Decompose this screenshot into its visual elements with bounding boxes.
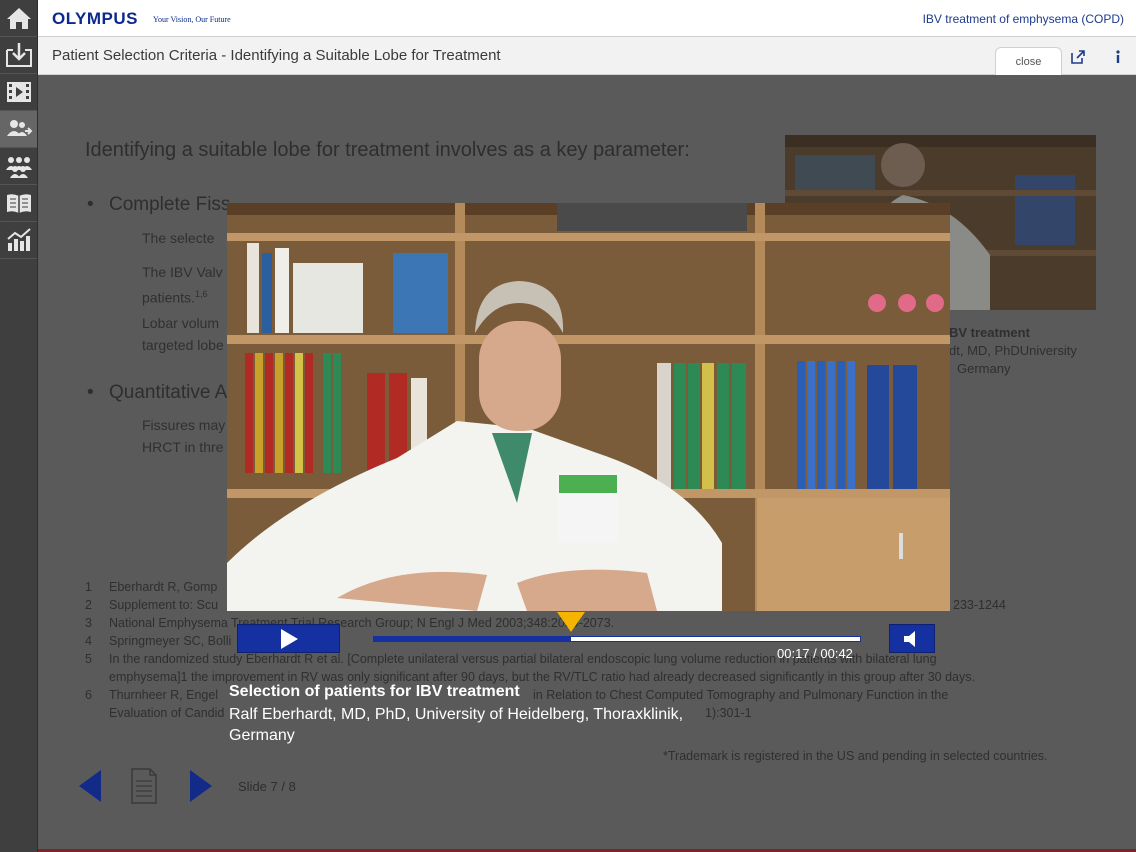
sidebar-item-home[interactable] [0,0,37,37]
video-frame[interactable] [227,203,950,611]
next-slide-icon[interactable] [188,769,214,803]
slide-overview-icon[interactable] [130,767,158,805]
sidebar-item-video[interactable] [0,74,37,111]
video-timecode: 00:17 / 00:42 [777,646,853,661]
trademark-note: *Trademark is registered in the US and p… [663,749,1048,763]
slide-counter: Slide 7 / 8 [238,779,296,794]
close-button[interactable]: close [995,47,1062,75]
info-icon[interactable] [1112,49,1124,65]
video-caption-subtitle: Ralf Eberhardt, MD, PhD, University of H… [229,706,684,744]
slide-paragraph: targeted lobe [142,337,224,353]
slide-paragraph: The IBV Valv [142,264,223,280]
sidebar [0,0,38,852]
speaker-icon [904,630,915,647]
app-title: IBV treatment of emphysema (COPD) [922,12,1124,26]
patient-selection-icon [6,120,32,136]
home-icon [6,8,31,29]
slide-paragraph: The selecte [142,230,215,246]
chart-icon [6,228,31,251]
sidebar-item-library[interactable] [0,185,37,222]
video-progress-fill [374,637,571,641]
open-external-icon[interactable] [1070,49,1086,65]
slide-paragraph: Lobar volum [142,315,220,331]
video-scrubber-handle[interactable] [556,612,585,632]
brand-tagline: Your Vision, Our Future [153,15,231,24]
book-icon [6,194,31,213]
video-controls: 00:17 / 00:42 [237,612,936,662]
group-icon [5,157,32,178]
volume-button[interactable] [889,624,935,653]
slide-paragraph: patients.1,6 [142,289,208,306]
video-caption-title: Selection of patients for IBV treatment [229,683,520,700]
play-button[interactable] [237,624,340,653]
sidebar-item-patient-selection[interactable] [0,111,37,148]
presenter-caption-country: Germany [957,361,1011,376]
page-title-bar: Patient Selection Criteria - Identifying… [38,37,1136,75]
sidebar-item-download[interactable] [0,37,37,74]
app-header: OLYMPUS Your Vision, Our Future IBV trea… [38,0,1136,37]
bullet-complete-fissure: Complete Fiss [87,194,230,216]
slide-heading: Identifying a suitable lobe for treatmen… [85,139,690,161]
olympus-logo: OLYMPUS [52,9,139,28]
presenter-caption-title: BV treatment [949,325,1030,340]
previous-slide-icon[interactable] [77,769,103,803]
bullet-quantitative: Quantitative A [87,382,227,404]
presenter-caption-affiliation: dt, MD, PhDUniversity [949,343,1077,358]
play-icon [280,628,298,649]
page-title: Patient Selection Criteria - Identifying… [52,47,501,64]
film-icon [6,82,31,102]
slide-paragraph: Fissures may [142,417,226,433]
video-progress-bar[interactable] [373,636,861,642]
download-icon [5,43,32,67]
sidebar-item-statistics[interactable] [0,222,37,259]
sidebar-item-group[interactable] [0,148,37,185]
slide-paragraph: HRCT in thre [142,439,224,455]
